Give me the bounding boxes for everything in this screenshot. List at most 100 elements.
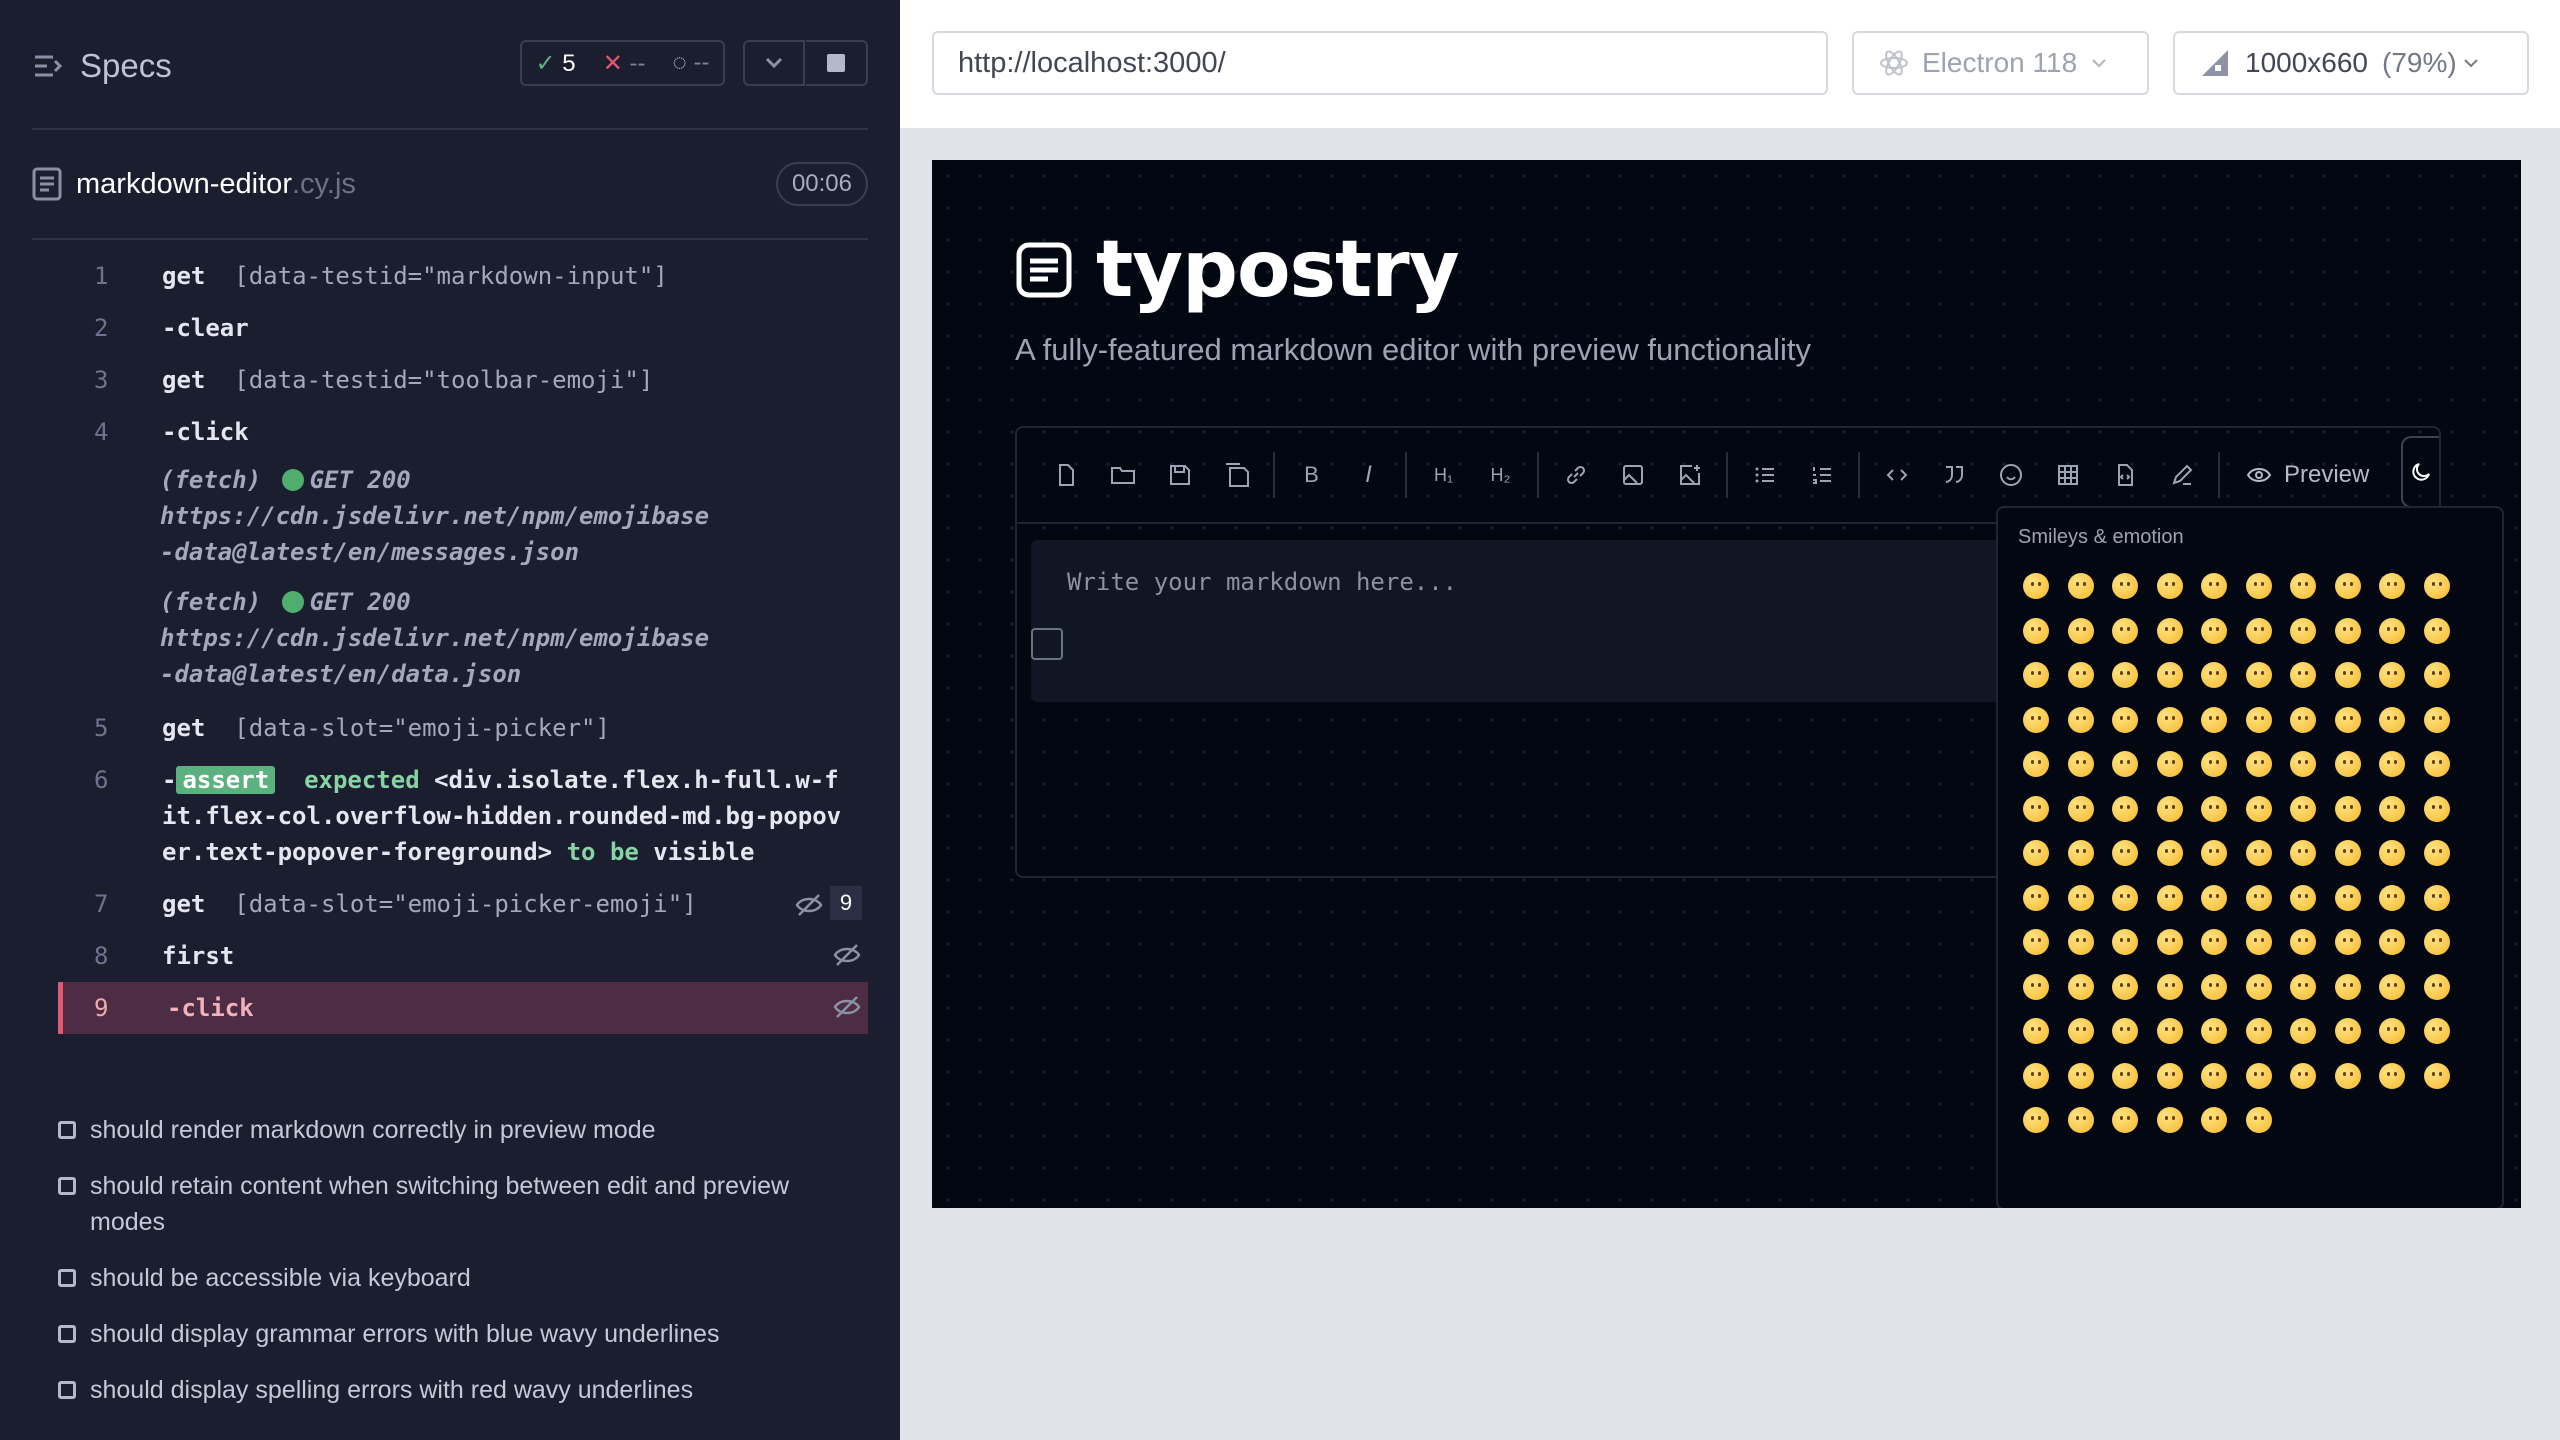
emoji-item[interactable]	[2148, 698, 2193, 743]
emoji-item[interactable]	[2326, 787, 2371, 832]
emoji-item[interactable]	[2281, 965, 2326, 1010]
emoji-item[interactable]	[2059, 920, 2104, 965]
emoji-item[interactable]	[2059, 698, 2104, 743]
emoji-item[interactable]	[2415, 742, 2460, 787]
emoji-item[interactable]	[2059, 1054, 2104, 1099]
emoji-item[interactable]	[2326, 831, 2371, 876]
emoji-item[interactable]	[2103, 1054, 2148, 1099]
emoji-item[interactable]	[2370, 609, 2415, 654]
emoji-item[interactable]	[2370, 920, 2415, 965]
new-file-button[interactable]	[1037, 453, 1094, 497]
emoji-item[interactable]	[2281, 698, 2326, 743]
emoji-item[interactable]	[2370, 787, 2415, 832]
bullet-list-button[interactable]	[1736, 453, 1793, 497]
markdown-input[interactable]: Write your markdown here...	[1031, 540, 2031, 702]
emoji-item[interactable]	[2415, 1009, 2460, 1054]
emoji-item[interactable]	[2192, 920, 2237, 965]
emoji-item[interactable]	[2237, 787, 2282, 832]
emoji-item[interactable]	[2192, 609, 2237, 654]
emoji-item[interactable]	[2237, 564, 2282, 609]
emoji-item[interactable]	[2192, 965, 2237, 1010]
emoji-item[interactable]	[2059, 742, 2104, 787]
emoji-item[interactable]	[2370, 698, 2415, 743]
emoji-item[interactable]	[2281, 1009, 2326, 1054]
emoji-item[interactable]	[2148, 965, 2193, 1010]
emoji-item[interactable]	[2326, 1054, 2371, 1099]
emoji-item[interactable]	[2148, 1054, 2193, 1099]
preview-button[interactable]: Preview	[2246, 461, 2369, 489]
emoji-item[interactable]	[2192, 787, 2237, 832]
emoji-item[interactable]	[2370, 742, 2415, 787]
emoji-button[interactable]	[1982, 453, 2039, 497]
emoji-item[interactable]	[2370, 876, 2415, 921]
emoji-item[interactable]	[2415, 876, 2460, 921]
emoji-item[interactable]	[2059, 564, 2104, 609]
emoji-item[interactable]	[2281, 876, 2326, 921]
emoji-item[interactable]	[2148, 653, 2193, 698]
emoji-item[interactable]	[2148, 1098, 2193, 1143]
emoji-item[interactable]	[2370, 1054, 2415, 1099]
emoji-item[interactable]	[2103, 609, 2148, 654]
emoji-item[interactable]	[2103, 742, 2148, 787]
emoji-item[interactable]	[2103, 564, 2148, 609]
emoji-item[interactable]	[2192, 653, 2237, 698]
emoji-item[interactable]	[2148, 609, 2193, 654]
emoji-item[interactable]	[2415, 564, 2460, 609]
command-row[interactable]: 8 first	[58, 930, 868, 982]
save-all-button[interactable]	[1208, 453, 1265, 497]
emoji-item[interactable]	[2237, 742, 2282, 787]
emoji-item[interactable]	[2237, 653, 2282, 698]
theme-toggle-button[interactable]	[2401, 436, 2439, 508]
command-row[interactable]: 1 get [data-testid="markdown-input"]	[58, 250, 868, 302]
emoji-item[interactable]	[2237, 698, 2282, 743]
image-upload-button[interactable]	[1661, 453, 1718, 497]
emoji-item[interactable]	[2415, 1054, 2460, 1099]
command-row[interactable]: 4 -click	[58, 406, 868, 458]
emoji-item[interactable]	[2192, 1009, 2237, 1054]
url-bar[interactable]: http://localhost:3000/	[932, 31, 1828, 95]
emoji-item[interactable]	[2415, 831, 2460, 876]
emoji-item[interactable]	[2237, 831, 2282, 876]
emoji-item[interactable]	[2370, 653, 2415, 698]
heading2-button[interactable]: H₂	[1472, 453, 1529, 497]
image-button[interactable]	[1604, 453, 1661, 497]
code-button[interactable]	[1868, 453, 1925, 497]
emoji-item[interactable]	[2059, 1009, 2104, 1054]
emoji-item[interactable]	[2059, 831, 2104, 876]
emoji-item[interactable]	[2103, 653, 2148, 698]
test-item[interactable]: should display grammar errors with blue …	[58, 1316, 868, 1352]
emoji-item[interactable]	[2415, 609, 2460, 654]
test-item[interactable]: should retain content when switching bet…	[58, 1168, 868, 1240]
viewport-selector[interactable]: 1000x660 (79%)	[2173, 31, 2529, 95]
quote-button[interactable]	[1925, 453, 1982, 497]
emoji-item[interactable]	[2103, 1009, 2148, 1054]
emoji-item[interactable]	[2148, 742, 2193, 787]
test-item[interactable]: should display spelling errors with red …	[58, 1372, 868, 1408]
emoji-item[interactable]	[2148, 920, 2193, 965]
browser-selector[interactable]: Electron 118	[1852, 31, 2149, 95]
emoji-item[interactable]	[2415, 698, 2460, 743]
emoji-item[interactable]	[2237, 876, 2282, 921]
emoji-item[interactable]	[2014, 698, 2059, 743]
emoji-item[interactable]	[2326, 742, 2371, 787]
emoji-item[interactable]	[2103, 920, 2148, 965]
emoji-item[interactable]	[2281, 564, 2326, 609]
emoji-item[interactable]	[2192, 1098, 2237, 1143]
heading1-button[interactable]: H₁	[1415, 453, 1472, 497]
emoji-item[interactable]	[2370, 965, 2415, 1010]
command-row[interactable]: 5 get [data-slot="emoji-picker"]	[58, 702, 868, 754]
emoji-item[interactable]	[2059, 787, 2104, 832]
emoji-item[interactable]	[2014, 920, 2059, 965]
emoji-item[interactable]	[2148, 564, 2193, 609]
emoji-item[interactable]	[2326, 698, 2371, 743]
emoji-item[interactable]	[2014, 609, 2059, 654]
emoji-item[interactable]	[2326, 1009, 2371, 1054]
emoji-item[interactable]	[2326, 965, 2371, 1010]
command-row[interactable]: 3 get [data-testid="toolbar-emoji"]	[58, 354, 868, 406]
emoji-item[interactable]	[2326, 609, 2371, 654]
emoji-item[interactable]	[2014, 1098, 2059, 1143]
stop-button[interactable]	[806, 40, 868, 86]
emoji-item[interactable]	[2192, 698, 2237, 743]
emoji-item[interactable]	[2237, 1009, 2282, 1054]
bold-button[interactable]: B	[1283, 453, 1340, 497]
